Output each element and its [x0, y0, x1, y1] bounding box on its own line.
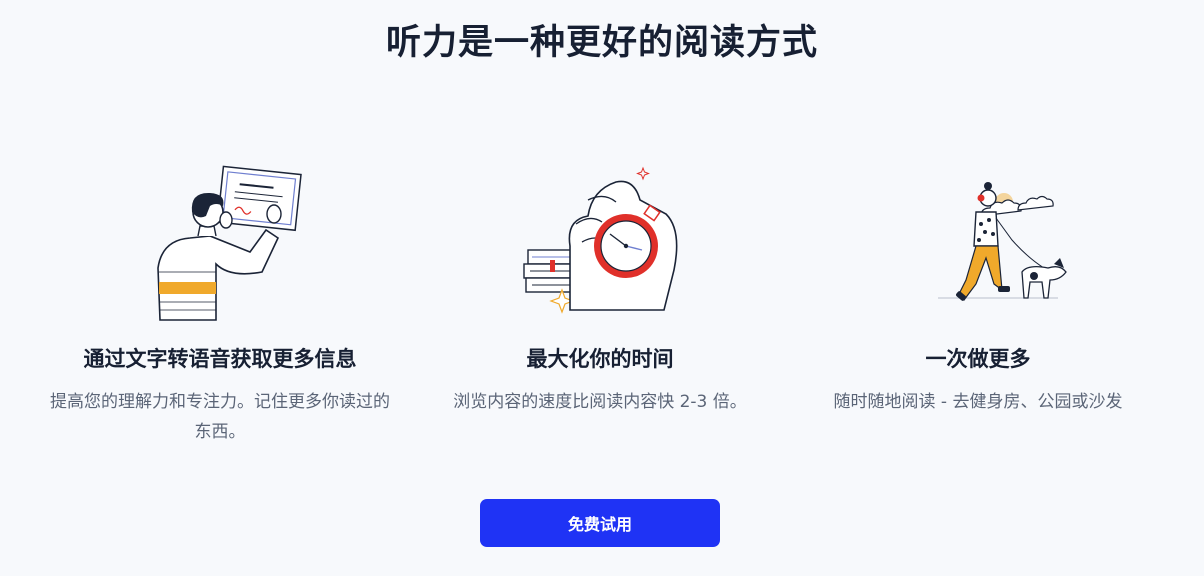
feature-title: 最大化你的时间 — [526, 347, 674, 371]
feature-description: 提高您的理解力和专注力。记住更多你读过的东西。 — [50, 392, 390, 442]
feature-description: 随时随地阅读 - 去健身房、公园或沙发 — [833, 392, 1123, 412]
feature-description: 浏览内容的速度比阅读内容快 2-3 倍。 — [453, 392, 747, 412]
feature-card-do-more: 一次做更多 随时随地阅读 - 去健身房、公园或沙发 — [798, 160, 1158, 417]
stopwatch-hand-illustration — [523, 166, 678, 314]
page-headline: 听力是一种更好的阅读方式 — [385, 23, 818, 63]
certificate-person-illustration — [157, 165, 302, 321]
feature-list: 通过文字转语音获取更多信息 提高您的理解力和专注力。记住更多你读过的东西。 最大… — [40, 160, 1164, 460]
free-trial-button[interactable]: 免费试用 — [480, 499, 720, 547]
feature-card-more-info: 通过文字转语音获取更多信息 提高您的理解力和专注力。记住更多你读过的东西。 — [40, 160, 400, 447]
woman-walking-dog-illustration — [938, 182, 1067, 301]
landing-section: 听力是一种更好的阅读方式 通过文字转语音获取更多信息 提高您的理解力和专注力。记… — [0, 0, 1204, 576]
feature-title: 通过文字转语音获取更多信息 — [83, 347, 357, 371]
feature-card-maximize-time: 最大化你的时间 浏览内容的速度比阅读内容快 2-3 倍。 — [420, 160, 780, 417]
feature-title: 一次做更多 — [925, 347, 1031, 371]
